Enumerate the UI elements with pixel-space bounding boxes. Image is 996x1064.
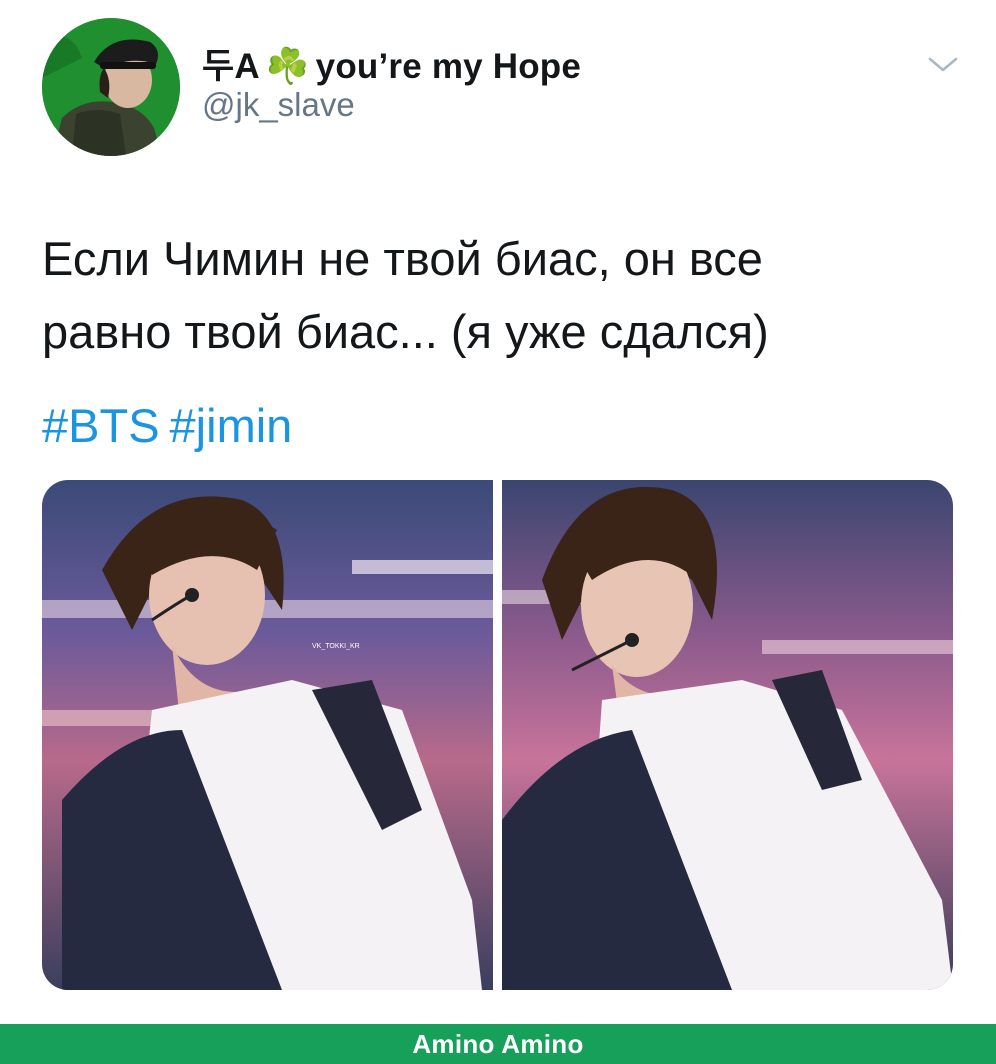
media-grid: VK_TOKKI_KR [42, 480, 953, 990]
display-name[interactable]: 두A ☘️ you’re my Hope [202, 38, 581, 89]
tweet-text-line: равно твой биас... (я уже сдался) [42, 305, 769, 358]
amino-footer-label: Amino Amino [412, 1028, 584, 1059]
hashtag-jimin[interactable]: #jimin [170, 399, 293, 452]
photo-watermark: VK_TOKKI_KR [312, 643, 360, 650]
photo-2[interactable] [502, 480, 953, 990]
user-handle[interactable]: @jk_slave [202, 86, 355, 124]
display-name-text: 두A [202, 47, 260, 86]
amino-footer-bar: Amino Amino [0, 1024, 996, 1064]
photo-image [502, 480, 953, 990]
photo-image: VK_TOKKI_KR [42, 480, 493, 990]
clover-emoji-icon: ☘️ [265, 47, 310, 86]
chevron-down-icon[interactable] [924, 50, 962, 78]
avatar[interactable] [42, 18, 180, 156]
photo-1[interactable]: VK_TOKKI_KR [42, 480, 493, 990]
avatar-photo [42, 18, 180, 156]
hashtag-row: #BTS #jimin [42, 389, 302, 462]
tweet-text: Если Чимин не твой биас, он все равно тв… [42, 222, 942, 368]
hashtag-bts[interactable]: #BTS [42, 399, 160, 452]
display-name-suffix: you’re my Hope [315, 47, 582, 86]
tweet-text-line: Если Чимин не твой биас, он все [42, 232, 763, 285]
